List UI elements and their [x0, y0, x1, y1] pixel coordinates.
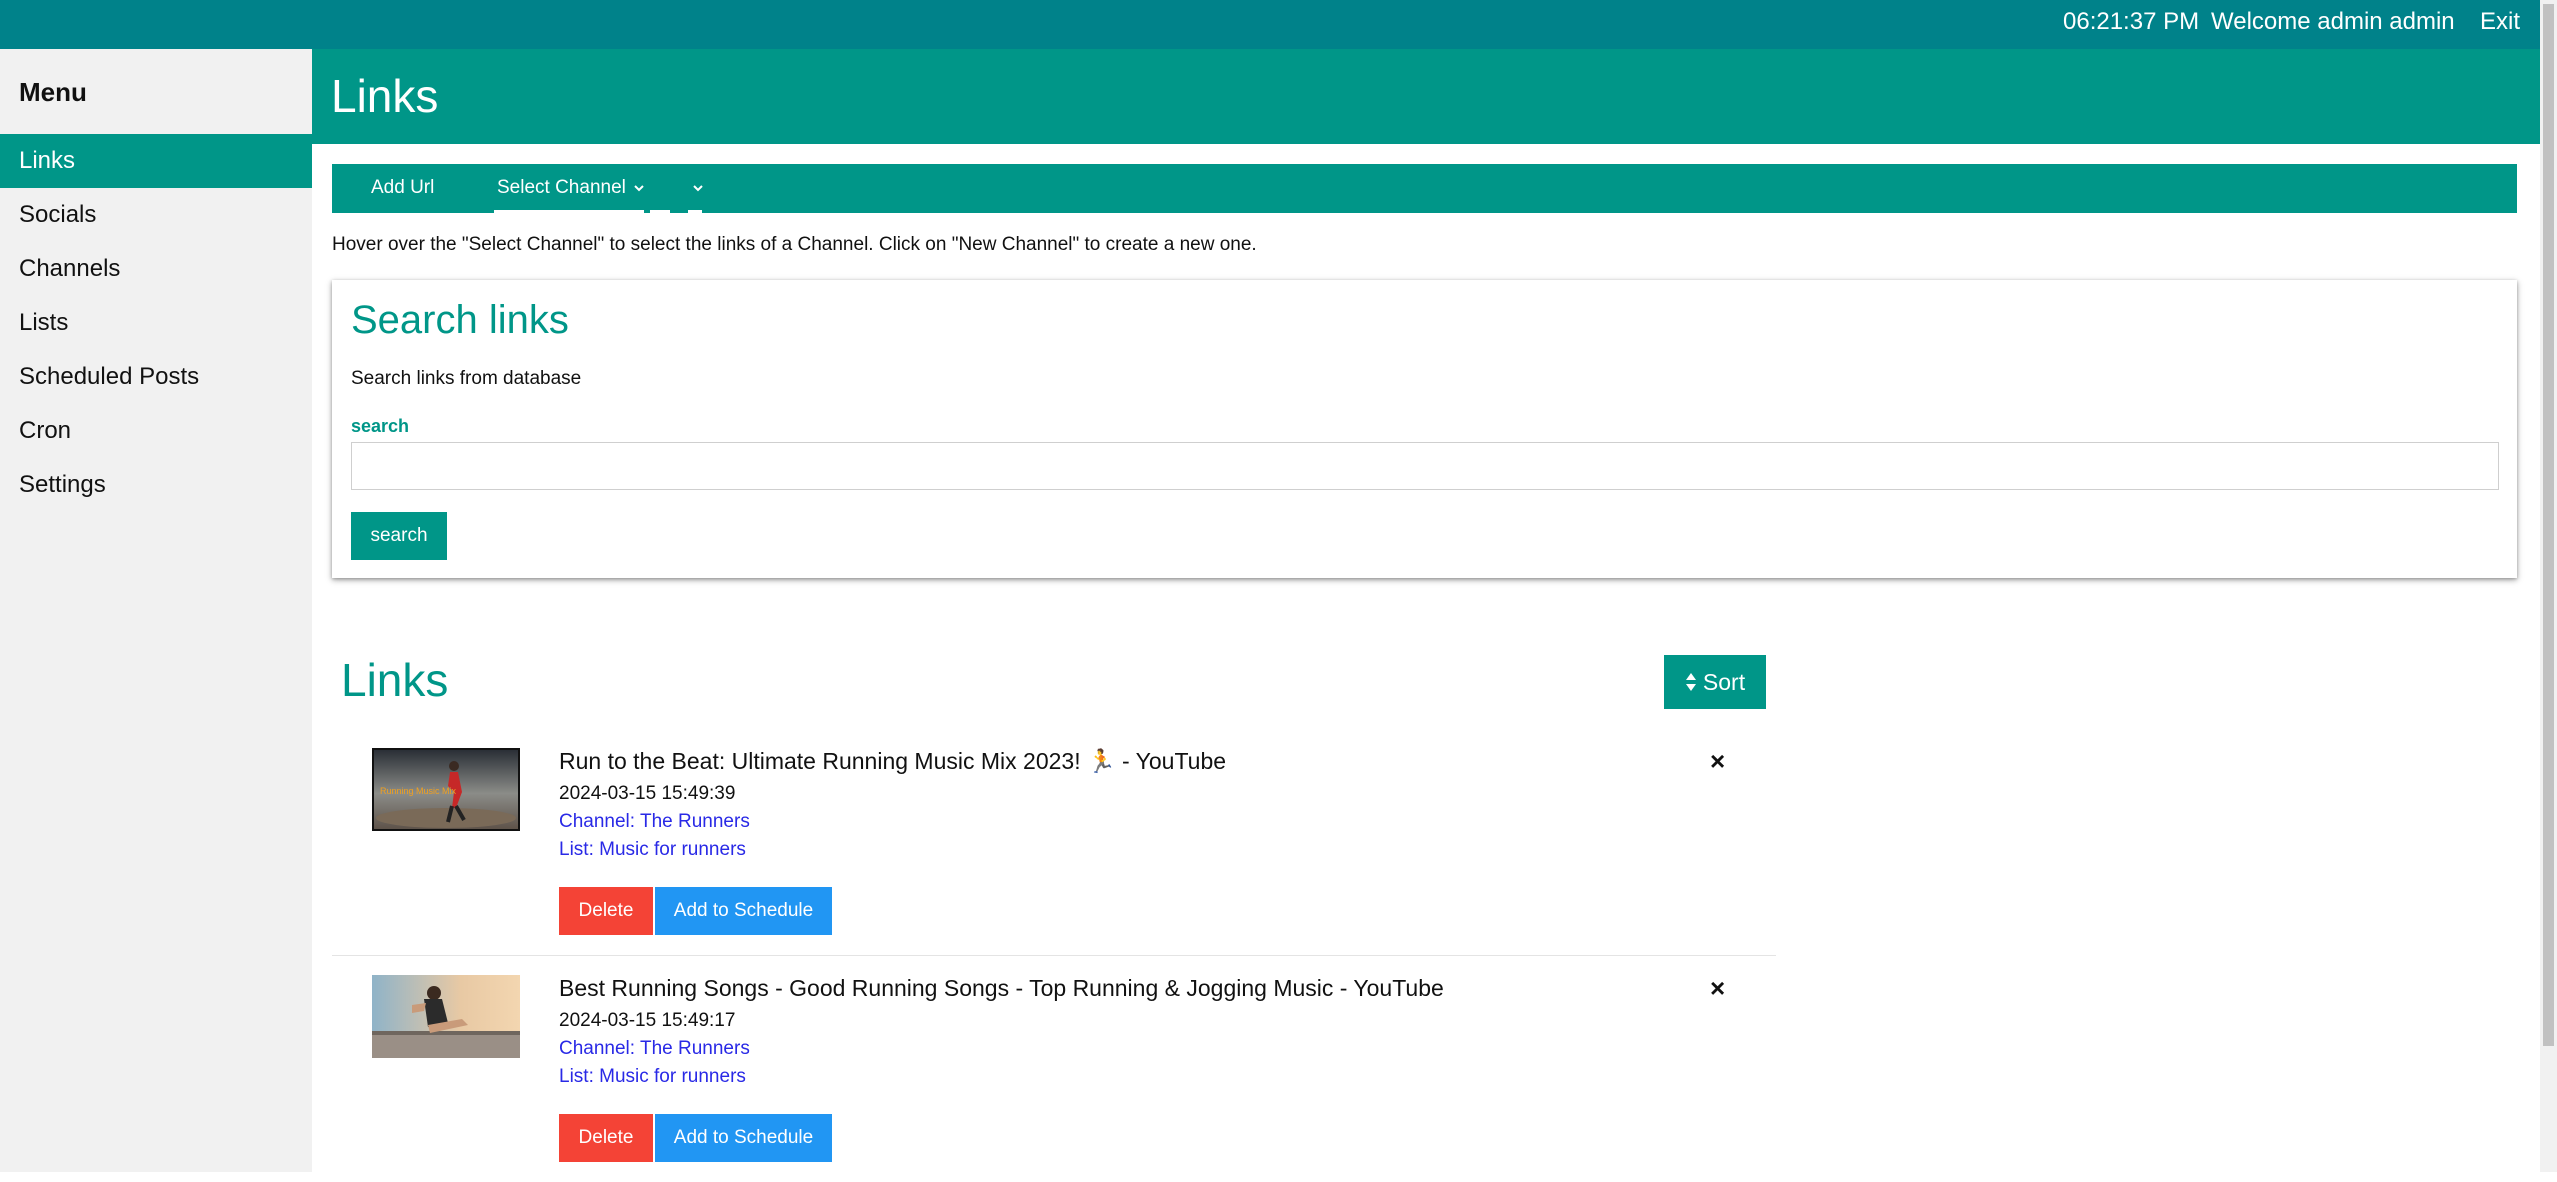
link-list[interactable]: List: Music for runners — [559, 1066, 746, 1088]
tab-underline — [650, 210, 670, 213]
page-header: Links — [312, 49, 2540, 144]
help-text: Hover over the "Select Channel" to selec… — [332, 234, 1257, 255]
sidebar-item-socials[interactable]: Socials — [0, 188, 312, 242]
search-button[interactable]: search — [351, 512, 447, 560]
thumbnail-image: Running Music Mix — [372, 748, 520, 831]
delete-button[interactable]: Delete — [559, 1114, 653, 1162]
sidebar-item-lists[interactable]: Lists — [0, 296, 312, 350]
list-item: Best Running Songs - Good Running Songs … — [332, 955, 1776, 1182]
add-to-schedule-button[interactable]: Add to Schedule — [655, 1114, 832, 1162]
link-list[interactable]: List: Music for runners — [559, 839, 746, 861]
search-card-title: Search links — [351, 298, 569, 342]
sidebar: Menu Links Socials Channels Lists Schedu… — [0, 49, 312, 1172]
sort-button[interactable]: Sort — [1664, 655, 1766, 709]
chevron-down-icon — [693, 185, 703, 192]
sort-icon — [1685, 673, 1696, 691]
page-title: Links — [331, 70, 439, 122]
link-title[interactable]: Run to the Beat: Ultimate Running Music … — [559, 748, 1226, 775]
clock: 06:21:37 PM — [2063, 8, 2200, 35]
search-input[interactable] — [351, 442, 2499, 490]
select-channel-dropdown[interactable]: Select Channel — [497, 177, 645, 199]
select-channel-label: Select Channel — [497, 177, 626, 198]
link-date: 2024-03-15 15:49:39 — [559, 783, 736, 804]
thumbnail-image — [372, 975, 520, 1058]
channel-options-dropdown[interactable] — [692, 177, 704, 199]
link-channel[interactable]: Channel: The Runners — [559, 811, 750, 833]
sidebar-item-scheduled-posts[interactable]: Scheduled Posts — [0, 350, 312, 404]
scrollbar-thumb[interactable] — [2543, 4, 2554, 1046]
add-to-schedule-button[interactable]: Add to Schedule — [655, 887, 832, 935]
thumbnail-text: Running Music Mix — [380, 786, 457, 796]
sidebar-item-channels[interactable]: Channels — [0, 242, 312, 296]
video-thumbnail[interactable] — [372, 975, 520, 1058]
link-date: 2024-03-15 15:49:17 — [559, 1010, 736, 1031]
tab-underline — [688, 210, 702, 213]
search-card-description: Search links from database — [351, 368, 582, 389]
exit-link[interactable]: Exit — [2480, 8, 2520, 36]
toolbar: Add Url Select Channel — [332, 164, 2517, 213]
link-title[interactable]: Best Running Songs - Good Running Songs … — [559, 975, 1444, 1002]
search-label: search — [351, 416, 410, 436]
add-url-button[interactable]: Add Url — [371, 177, 434, 199]
close-icon[interactable]: × — [1710, 746, 1725, 777]
links-section-title: Links — [341, 654, 449, 706]
tab-underline — [494, 210, 644, 213]
sidebar-item-settings[interactable]: Settings — [0, 458, 312, 512]
delete-button[interactable]: Delete — [559, 887, 653, 935]
video-thumbnail[interactable]: Running Music Mix — [372, 748, 520, 831]
sidebar-item-cron[interactable]: Cron — [0, 404, 312, 458]
chevron-down-icon — [634, 185, 644, 192]
link-channel[interactable]: Channel: The Runners — [559, 1038, 750, 1060]
search-card: Search links Search links from database … — [332, 280, 2517, 578]
menu-title: Menu — [19, 77, 87, 107]
top-bar: 06:21:37 PM Welcome admin admin Exit — [0, 0, 2557, 49]
welcome-text: Welcome admin admin — [2211, 8, 2455, 35]
sort-label: Sort — [1702, 668, 1746, 695]
sidebar-item-links[interactable]: Links — [0, 134, 312, 188]
close-icon[interactable]: × — [1710, 973, 1725, 1004]
list-item: Running Music Mix Run to the Beat: Ultim… — [332, 728, 1776, 956]
